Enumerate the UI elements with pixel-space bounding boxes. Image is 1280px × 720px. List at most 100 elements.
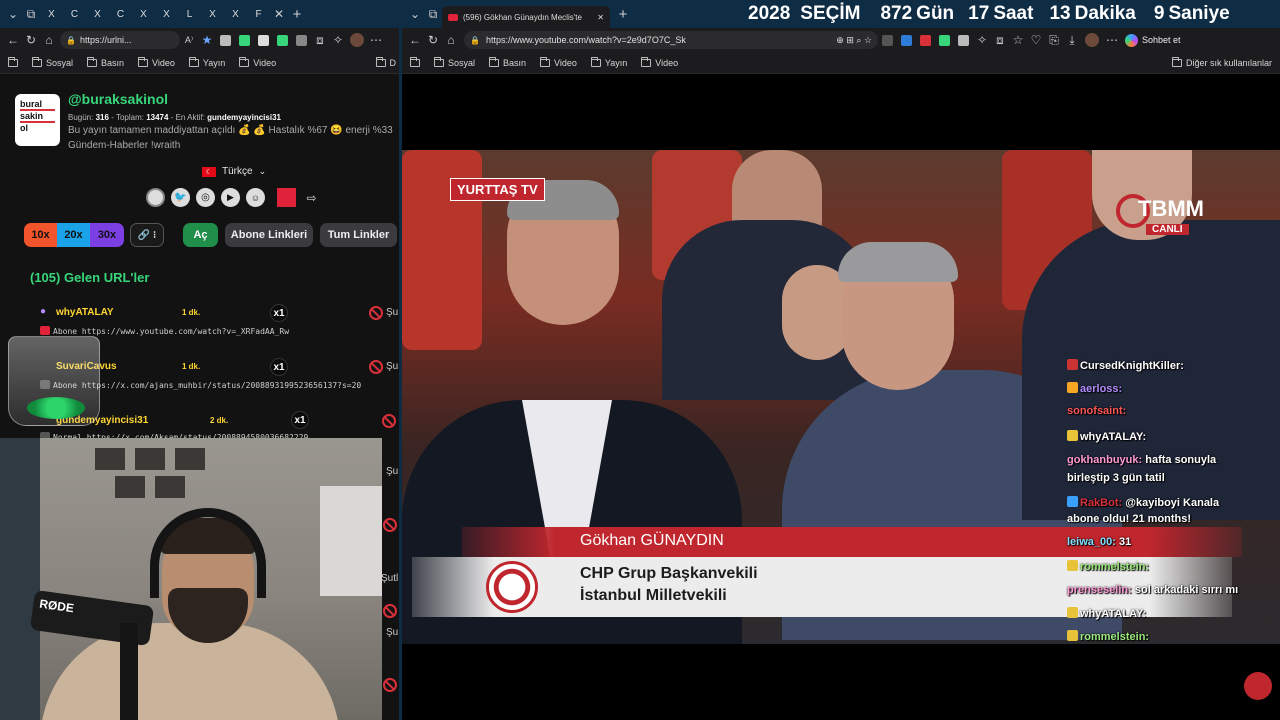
right-address-bar[interactable]: 🔒 https://www.youtube.com/watch?v=2e9d7O… bbox=[464, 31, 878, 49]
tab-list-chevron-icon[interactable]: ⌄ bbox=[406, 5, 424, 23]
profile-avatar[interactable] bbox=[1085, 33, 1099, 47]
bookmark-yayin[interactable]: Yayın bbox=[188, 56, 225, 68]
collections-icon[interactable]: ♡ bbox=[1027, 31, 1045, 49]
extension-icon[interactable] bbox=[277, 34, 288, 46]
ban-icon[interactable] bbox=[383, 604, 397, 618]
zoom-icon[interactable]: ⊕ ⊞ ⌕ ☆ bbox=[836, 35, 872, 46]
url-row-count[interactable]: x1 bbox=[291, 411, 309, 429]
all-links-button[interactable]: Tum Linkler bbox=[320, 223, 397, 247]
extension-icon[interactable] bbox=[901, 34, 912, 46]
chat-username[interactable]: rommelstein: bbox=[1080, 631, 1149, 643]
extension-icon[interactable] bbox=[239, 34, 250, 46]
mini-tab[interactable]: X bbox=[40, 4, 63, 24]
link-toggle-button[interactable]: 🔗 ⁝ bbox=[130, 223, 164, 247]
youtube-icon[interactable]: ▶ bbox=[221, 188, 240, 207]
twitter-icon[interactable]: 🐦 bbox=[171, 188, 190, 207]
bookmark-yayin[interactable]: Yayın bbox=[590, 56, 627, 68]
url-row-count[interactable]: x1 bbox=[270, 358, 288, 376]
chat-username[interactable]: leiwa_00: bbox=[1067, 536, 1116, 548]
url-row-count[interactable]: x1 bbox=[270, 304, 288, 322]
bookmark-d[interactable]: D bbox=[375, 56, 396, 68]
split-screen-icon[interactable]: ⧈ bbox=[311, 31, 329, 49]
new-tab-icon[interactable]: + bbox=[614, 5, 632, 23]
back-icon[interactable]: ← bbox=[4, 31, 22, 49]
video-player[interactable]: YURTTAŞ TV TBMM CANLI Gökhan GÜNAYDIN CH… bbox=[402, 74, 1280, 720]
bookmark-video[interactable]: Video bbox=[138, 56, 175, 68]
extension-icon[interactable] bbox=[220, 34, 231, 46]
kick-icon[interactable] bbox=[277, 188, 296, 207]
extension-icon[interactable] bbox=[258, 34, 269, 46]
home-icon[interactable]: ⌂ bbox=[442, 31, 460, 49]
new-tab-icon[interactable]: + bbox=[288, 5, 306, 23]
handle[interactable]: @buraksakinol bbox=[68, 91, 168, 107]
more-icon[interactable]: ⋯ bbox=[1103, 31, 1121, 49]
profile-avatar[interactable] bbox=[350, 33, 364, 47]
workspaces-icon[interactable]: ⧉ bbox=[22, 5, 40, 23]
mini-tab[interactable]: X bbox=[155, 4, 178, 24]
bookmark-video-2[interactable]: Video bbox=[239, 56, 276, 68]
ban-icon[interactable] bbox=[369, 360, 383, 374]
favorites-icon[interactable]: ☆ bbox=[1009, 31, 1027, 49]
extensions-icon[interactable]: ✧ bbox=[329, 31, 347, 49]
copilot-chat-button[interactable]: Sohbet et bbox=[1125, 33, 1181, 47]
logout-icon[interactable]: ⇨ bbox=[302, 188, 321, 207]
chat-username[interactable]: aerloss: bbox=[1080, 383, 1122, 395]
chat-username[interactable]: whyATALAY: bbox=[1080, 431, 1146, 443]
ban-icon[interactable] bbox=[383, 678, 397, 692]
chat-username[interactable]: prenseselin: bbox=[1067, 584, 1132, 596]
mini-tab[interactable]: X bbox=[224, 4, 247, 24]
chat-username[interactable]: sonofsaint: bbox=[1067, 405, 1126, 417]
extension-icon[interactable] bbox=[920, 34, 931, 46]
extension-icon[interactable] bbox=[939, 34, 950, 46]
history-icon[interactable]: ⎘ bbox=[1045, 31, 1063, 49]
subscriber-links-button[interactable]: Abone Linkleri bbox=[225, 223, 313, 247]
web-icon[interactable] bbox=[146, 188, 165, 207]
language-select[interactable]: ☾ Türkçe ⌄ bbox=[202, 166, 266, 177]
speed-20x-button[interactable]: 20x bbox=[57, 223, 90, 247]
split-screen-icon[interactable]: ⧈ bbox=[991, 31, 1009, 49]
close-tab-icon[interactable]: ✕ bbox=[270, 5, 288, 23]
url-row-text[interactable]: Abone https://www.youtube.com/watch?v=_X… bbox=[53, 327, 289, 336]
more-icon[interactable]: ⋯ bbox=[367, 31, 385, 49]
bookmark-sosyal[interactable]: Sosyal bbox=[434, 56, 475, 68]
mini-tab[interactable]: C bbox=[109, 4, 132, 24]
speed-30x-button[interactable]: 30x bbox=[90, 223, 124, 247]
chat-username[interactable]: rommelstein: bbox=[1080, 561, 1149, 573]
bookmark-basin[interactable]: Basın bbox=[87, 56, 124, 68]
active-tab[interactable]: (596) Gökhan Günaydın Meclis'te ✕ bbox=[442, 6, 610, 28]
chat-username[interactable]: RakBot: bbox=[1080, 497, 1122, 509]
extension-icon[interactable] bbox=[958, 34, 969, 46]
workspaces-icon[interactable]: ⧉ bbox=[424, 5, 442, 23]
other-bookmarks[interactable]: Diğer sık kullanılanlar bbox=[1171, 56, 1272, 68]
mini-tab[interactable]: L bbox=[178, 4, 201, 24]
extension-icon[interactable] bbox=[296, 34, 307, 46]
read-aloud-icon[interactable]: A⁾ bbox=[180, 31, 198, 49]
bookmark-basin[interactable]: Basın bbox=[489, 56, 526, 68]
ban-icon[interactable] bbox=[383, 518, 397, 532]
open-button[interactable]: Aç bbox=[183, 223, 218, 247]
refresh-icon[interactable]: ↻ bbox=[424, 31, 442, 49]
bookmark-icon[interactable] bbox=[8, 56, 18, 67]
mini-tab[interactable]: X bbox=[86, 4, 109, 24]
mini-tab[interactable]: X bbox=[201, 4, 224, 24]
home-icon[interactable]: ⌂ bbox=[40, 31, 58, 49]
refresh-icon[interactable]: ↻ bbox=[22, 31, 40, 49]
extensions-icon[interactable]: ✧ bbox=[973, 31, 991, 49]
left-address-bar[interactable]: 🔒 https://urlni... bbox=[60, 31, 180, 49]
close-tab-icon[interactable]: ✕ bbox=[597, 13, 604, 22]
chat-username[interactable]: whyATALAY: bbox=[1080, 608, 1146, 620]
bookmark-icon[interactable] bbox=[410, 56, 420, 67]
favorite-star-icon[interactable]: ★ bbox=[198, 31, 216, 49]
downloads-icon[interactable]: ⤓ bbox=[1063, 31, 1081, 49]
mini-tab[interactable]: X bbox=[132, 4, 155, 24]
bookmark-sosyal[interactable]: Sosyal bbox=[32, 56, 73, 68]
speed-10x-button[interactable]: 10x bbox=[24, 223, 57, 247]
bookmark-video[interactable]: Video bbox=[540, 56, 577, 68]
instagram-icon[interactable]: ◎ bbox=[196, 188, 215, 207]
back-icon[interactable]: ← bbox=[406, 31, 424, 49]
bookmark-video-2[interactable]: Video bbox=[641, 56, 678, 68]
chat-username[interactable]: gokhanbuyuk: bbox=[1067, 454, 1142, 466]
discord-icon[interactable]: ☺ bbox=[246, 188, 265, 207]
mini-tab[interactable]: F bbox=[247, 4, 270, 24]
extension-icon[interactable] bbox=[882, 34, 893, 46]
